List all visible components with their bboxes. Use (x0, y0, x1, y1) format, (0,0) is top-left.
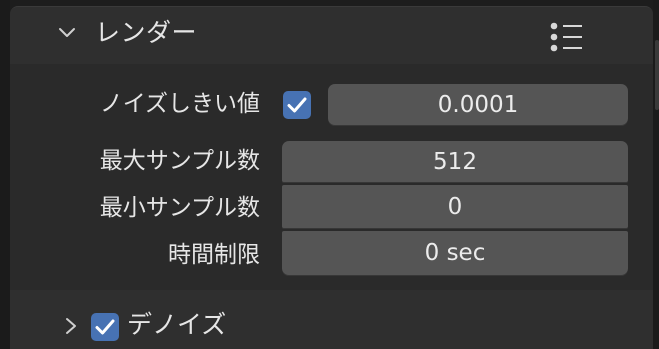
denoise-title: デノイズ (127, 310, 227, 339)
min-samples-label: 最小サンプル数 (99, 195, 260, 221)
left-gutter (0, 0, 10, 349)
denoise-checkbox[interactable] (91, 313, 119, 341)
checkmark-icon (287, 97, 307, 113)
checkmark-icon (95, 319, 115, 335)
properties-editor: レンダー ノイズしきい値 0.0001 最大サンプル数 512 最小サンプル数 … (0, 0, 659, 349)
time-limit-label: 時間制限 (168, 242, 260, 268)
time-limit-field[interactable]: 0 sec (282, 231, 628, 276)
scrollbar[interactable] (655, 40, 659, 110)
max-samples-label: 最大サンプル数 (99, 148, 260, 174)
chevron-down-icon[interactable] (58, 24, 76, 42)
noise-threshold-checkbox[interactable] (283, 91, 311, 119)
list-menu-icon[interactable] (546, 20, 586, 56)
max-samples-field[interactable]: 512 (282, 141, 628, 183)
panel-title: レンダー (95, 18, 198, 47)
min-samples-field[interactable]: 0 (282, 185, 628, 229)
noise-threshold-label: ノイズしきい値 (99, 91, 260, 117)
noise-threshold-field[interactable]: 0.0001 (328, 84, 628, 126)
chevron-right-icon[interactable] (64, 316, 78, 336)
